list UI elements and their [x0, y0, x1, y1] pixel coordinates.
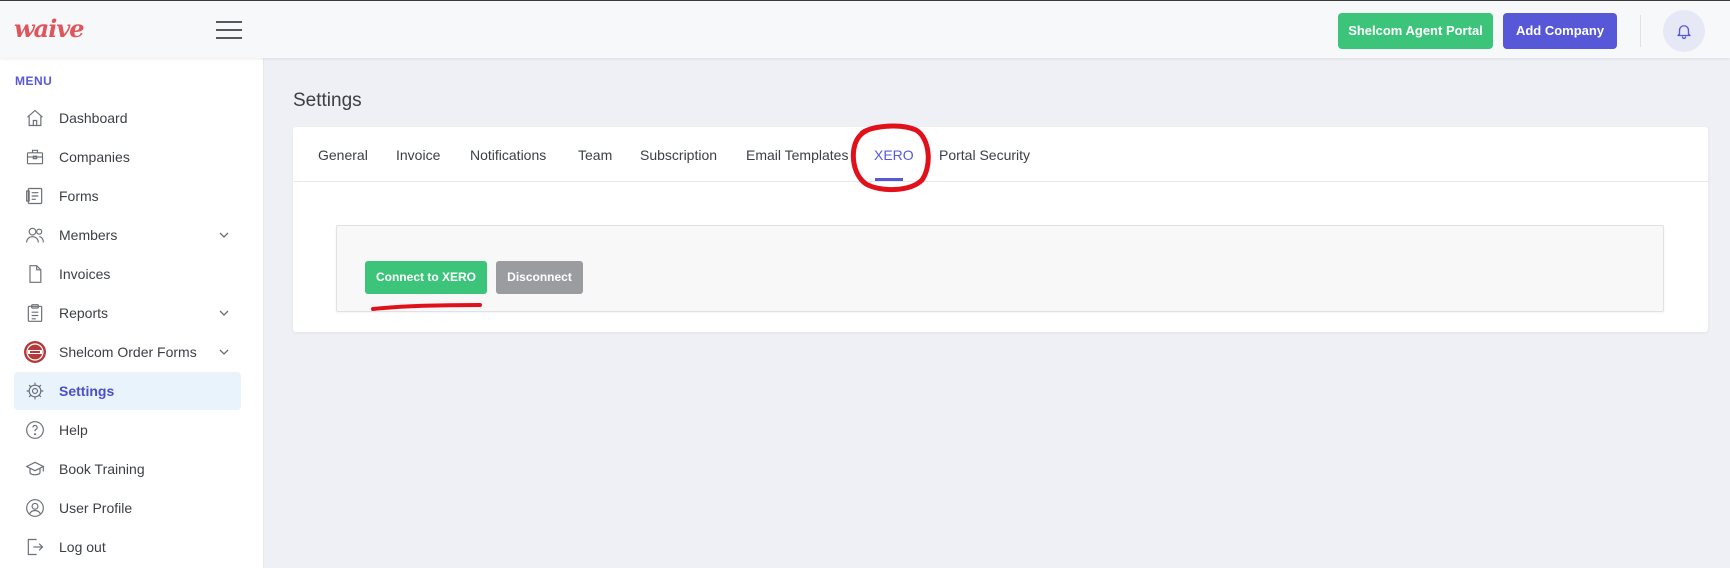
help-icon — [26, 421, 44, 439]
active-tab-indicator — [875, 178, 903, 181]
tab-xero[interactable]: XERO — [874, 147, 914, 163]
chevron-down-icon — [219, 232, 229, 238]
chevron-down-icon — [219, 349, 229, 355]
xero-panel: Connect to XERO Disconnect — [336, 225, 1664, 312]
sidebar-item-label: Shelcom Order Forms — [59, 344, 197, 360]
settings-card: General Invoice Notifications Team Subsc… — [293, 127, 1708, 332]
sidebar-item-label: Reports — [59, 305, 109, 321]
sidebar-item-user-profile[interactable]: User Profile — [14, 489, 241, 527]
sidebar-item-forms[interactable]: Forms — [14, 177, 241, 215]
sidebar-item-settings[interactable]: Settings — [14, 372, 241, 410]
sidebar: MENU Dashboard Companies Forms Members I… — [0, 58, 264, 568]
tab-subscription[interactable]: Subscription — [640, 147, 717, 163]
agent-portal-button[interactable]: Shelcom Agent Portal — [1338, 13, 1493, 49]
hamburger-menu-icon[interactable] — [216, 21, 242, 39]
sidebar-item-invoices[interactable]: Invoices — [14, 255, 241, 293]
menu-title: MENU — [15, 74, 53, 88]
tab-general[interactable]: General — [318, 147, 368, 163]
chevron-down-icon — [219, 310, 229, 316]
sidebar-item-label: Members — [59, 227, 118, 243]
sidebar-item-label: Dashboard — [59, 110, 128, 126]
sidebar-item-dashboard[interactable]: Dashboard — [14, 99, 241, 137]
sidebar-item-label: Book Training — [59, 461, 145, 477]
file-icon — [29, 265, 42, 283]
notifications-button[interactable] — [1663, 10, 1705, 52]
waive-logo[interactable]: waive — [14, 14, 85, 43]
sidebar-item-companies[interactable]: Companies — [14, 138, 241, 176]
logout-icon — [27, 538, 44, 556]
sidebar-item-log-out[interactable]: Log out — [14, 528, 241, 566]
sidebar-item-help[interactable]: Help — [14, 411, 241, 449]
settings-tabs: General Invoice Notifications Team Subsc… — [293, 127, 1708, 182]
page-title: Settings — [293, 90, 362, 111]
sidebar-item-members[interactable]: Members — [14, 216, 241, 254]
top-bar: waive Shelcom Agent Portal Add Company — [0, 0, 1730, 58]
home-icon — [27, 109, 43, 127]
tab-team[interactable]: Team — [578, 147, 612, 163]
sidebar-item-book-training[interactable]: Book Training — [14, 450, 241, 488]
sidebar-item-label: Companies — [59, 149, 130, 165]
sidebar-item-label: Settings — [59, 383, 115, 399]
disconnect-button[interactable]: Disconnect — [496, 261, 583, 294]
shelcom-logo-icon — [24, 341, 46, 363]
tab-notifications[interactable]: Notifications — [470, 147, 546, 163]
gear-icon — [26, 382, 44, 400]
sidebar-item-label: Invoices — [59, 266, 111, 282]
sidebar-item-reports[interactable]: Reports — [14, 294, 241, 332]
sidebar-item-label: Forms — [59, 188, 99, 204]
sidebar-item-shelcom-order-forms[interactable]: Shelcom Order Forms — [14, 333, 241, 371]
bell-icon — [1677, 25, 1691, 40]
add-company-button[interactable]: Add Company — [1503, 13, 1617, 49]
forms-icon — [26, 187, 43, 205]
sidebar-item-label: Help — [59, 422, 88, 438]
sidebar-item-label: Log out — [59, 539, 106, 555]
sidebar-item-label: User Profile — [59, 500, 133, 516]
briefcase-icon — [26, 149, 44, 165]
tab-portal-security[interactable]: Portal Security — [939, 147, 1030, 163]
top-divider — [1640, 15, 1641, 47]
tab-invoice[interactable]: Invoice — [396, 147, 440, 163]
connect-to-xero-button[interactable]: Connect to XERO — [365, 261, 487, 294]
user-icon — [26, 499, 44, 517]
graduation-cap-icon — [25, 461, 45, 476]
members-icon — [26, 227, 44, 243]
tab-email-templates[interactable]: Email Templates — [746, 147, 848, 163]
clipboard-icon — [27, 304, 43, 322]
